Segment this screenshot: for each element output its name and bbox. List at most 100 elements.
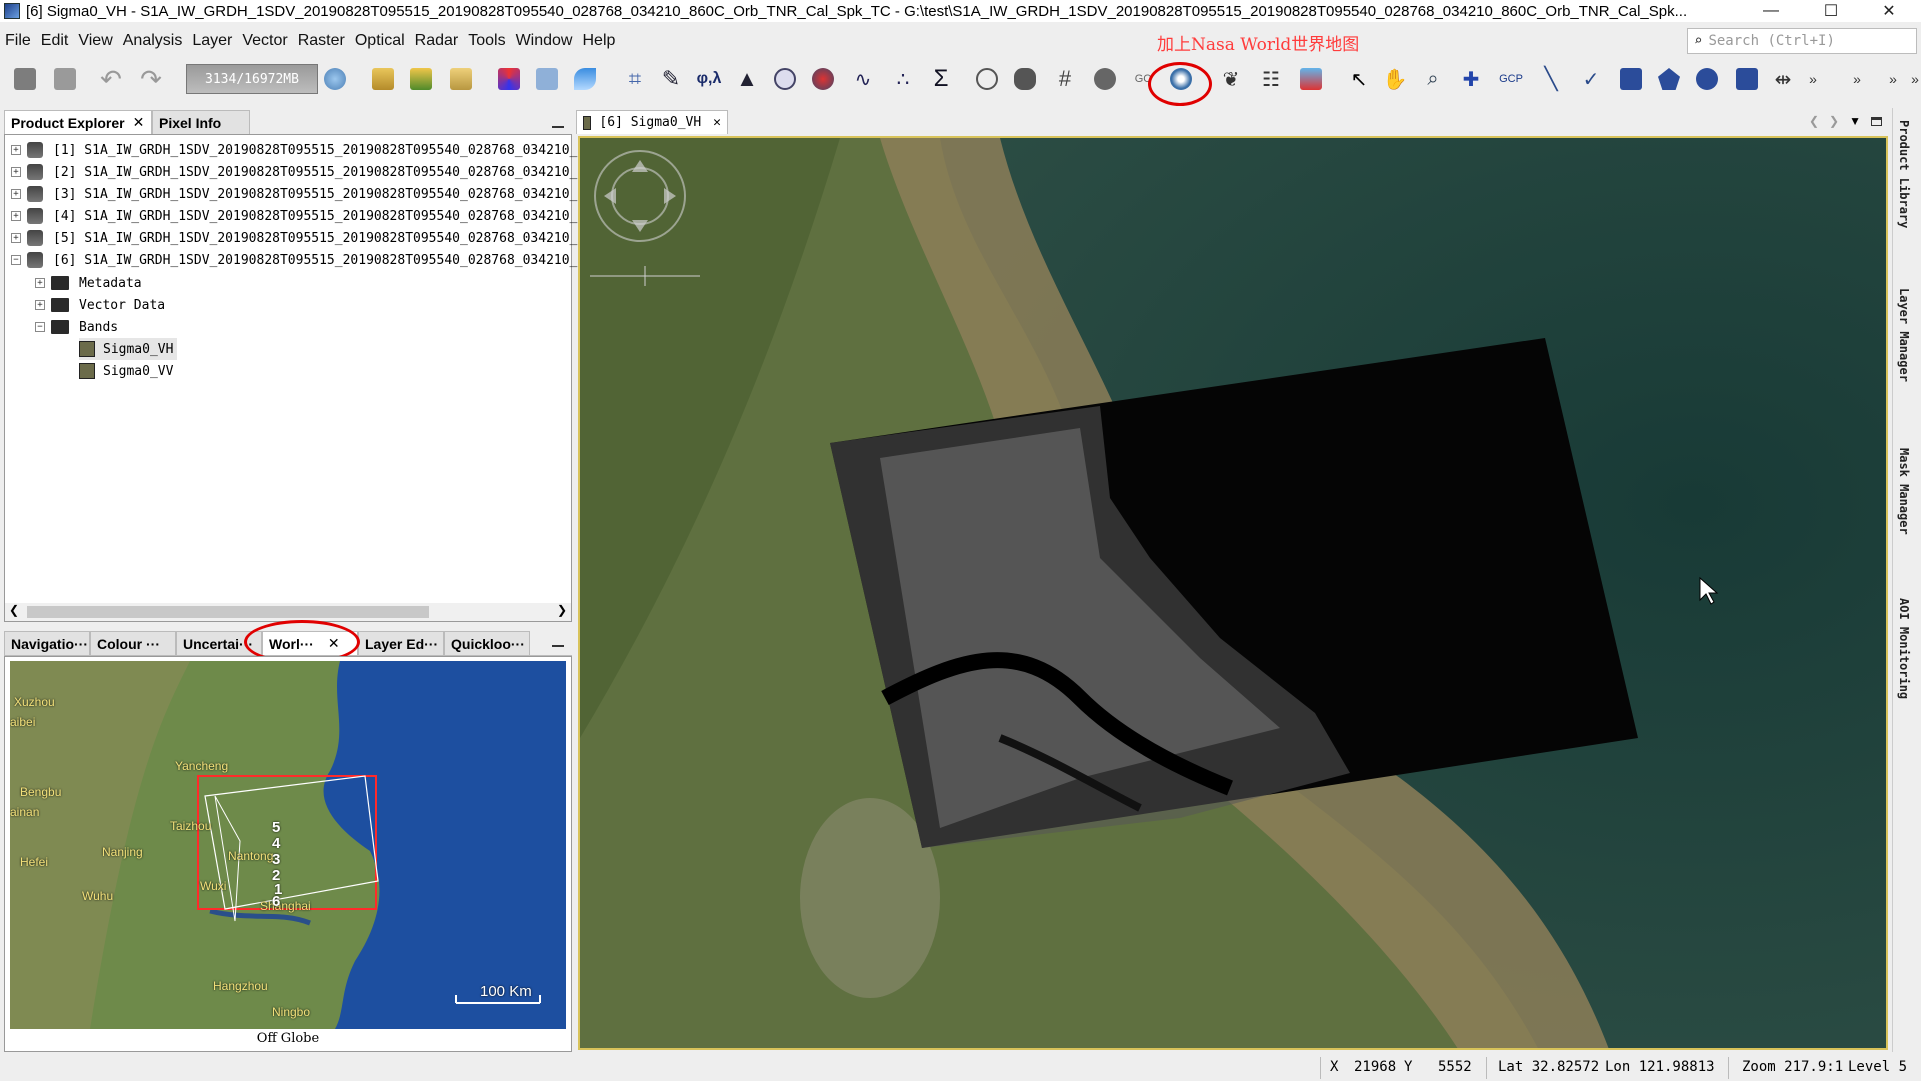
tree-folder-bands[interactable]: − Bands [35,316,118,338]
close-icon[interactable]: ✕ [713,115,721,130]
redo-icon[interactable]: ↷ [136,64,166,94]
menu-vector[interactable]: Vector [237,32,292,50]
expand-icon[interactable]: + [11,145,21,155]
menu-raster[interactable]: Raster [293,32,350,50]
merge-icon[interactable] [1090,64,1120,94]
minimize-panel-icon[interactable] [552,126,564,128]
tree-band-sigma0-vh[interactable]: Sigma0_VH [79,338,178,360]
export-icon[interactable] [406,64,436,94]
tree-product-5[interactable]: + [5] S1A_IW_GRDH_1SDV_20190828T095515_20… [11,227,585,249]
world-map[interactable]: Xuzhou aibei Yancheng Bengbu ainan Taizh… [10,661,566,1029]
gc-icon[interactable] [320,64,350,94]
range-finder-icon[interactable]: ⇹ [1768,64,1798,94]
world-view-icon[interactable] [1166,64,1196,94]
toolbar-more-icon[interactable]: » [1798,64,1828,94]
tree-product-6[interactable]: − [6] S1A_IW_GRDH_1SDV_20190828T095515_20… [11,249,585,271]
menu-edit[interactable]: Edit [36,32,74,50]
menu-layer[interactable]: Layer [187,32,237,50]
pin-placing-icon[interactable]: ✚ [1456,64,1486,94]
close-icon[interactable]: ✕ [133,114,145,131]
scroll-right-icon[interactable]: ❯ [557,603,567,617]
time-series-icon[interactable] [1010,64,1040,94]
polygon-tool-icon[interactable] [1654,64,1684,94]
menu-file[interactable]: File [0,32,36,50]
world-wind-icon[interactable] [570,64,600,94]
scroll-tabs-left-icon[interactable]: ❮ [1809,114,1819,128]
save-product-icon[interactable] [50,64,80,94]
menu-analysis[interactable]: Analysis [118,32,188,50]
tab-pixel-info[interactable]: Pixel Info [152,110,250,134]
tab-navigation[interactable]: Navigatio··· [4,631,90,655]
horizontal-scrollbar[interactable]: ❮ ❯ [5,603,571,621]
tab-layer-editor[interactable]: Layer Ed··· [358,631,444,655]
tab-quicklook[interactable]: Quickloo··· [444,631,530,655]
tree-product-3[interactable]: + [3] S1A_IW_GRDH_1SDV_20190828T095515_20… [11,183,585,205]
subset-icon[interactable] [532,64,562,94]
tree-band-sigma0-vv[interactable]: Sigma0_VV [79,360,173,382]
spectrum-icon[interactable]: ∿ [848,64,878,94]
toolbar-more-icon-4[interactable]: » [1900,64,1921,94]
sidebar-tab-mask-manager[interactable]: Mask Manager [1897,448,1911,535]
scatter-plot-icon[interactable]: ∴ [888,64,918,94]
histogram-icon[interactable]: ▲ [732,64,762,94]
collapse-icon[interactable]: − [11,255,21,265]
polyline-tool-icon[interactable]: ✓ [1576,64,1606,94]
pin-manager-icon[interactable]: ⌗ [620,64,650,94]
expand-icon[interactable]: + [35,300,45,310]
tree-product-2[interactable]: + [2] S1A_IW_GRDH_1SDV_20190828T095515_20… [11,161,585,183]
search-input[interactable]: ⌕ Search (Ctrl+I) [1687,28,1917,54]
expand-icon[interactable]: + [11,167,21,177]
band-maths-icon[interactable] [446,64,476,94]
zoom-tool-icon[interactable]: ⌕ [1418,64,1448,94]
rgb-image-icon[interactable] [494,64,524,94]
menu-window[interactable]: Window [511,32,578,50]
sidebar-tab-layer-manager[interactable]: Layer Manager [1897,288,1911,382]
product-library-icon[interactable] [1296,64,1326,94]
import-icon[interactable] [368,64,398,94]
undo-icon[interactable]: ↶ [96,64,126,94]
pan-tool-icon[interactable]: ✋ [1380,64,1410,94]
minimize-button[interactable]: — [1748,0,1794,22]
grid-icon[interactable]: # [1050,64,1080,94]
graph-builder-icon[interactable]: ✎ [656,64,686,94]
expand-icon[interactable]: + [11,189,21,199]
gcp-tool-icon[interactable]: GCP [1496,64,1526,94]
network-icon[interactable]: ❦ [1216,64,1246,94]
scroll-tabs-right-icon[interactable]: ❯ [1829,114,1839,128]
maximize-view-icon[interactable] [1871,117,1882,126]
statistics-icon[interactable]: Σ [926,64,956,94]
phi-lambda-icon[interactable]: φ,λ [694,64,724,94]
menu-help[interactable]: Help [577,32,620,50]
menu-radar[interactable]: Radar [410,32,464,50]
image-view[interactable] [578,136,1888,1050]
expand-icon[interactable]: + [35,278,45,288]
tab-list-icon[interactable]: ▼ [1849,114,1861,128]
tab-image-view[interactable]: [6] Sigma0_VH ✕ [576,110,728,134]
sidebar-tab-aoi-monitoring[interactable]: AOI Monitoring [1897,598,1911,699]
expand-icon[interactable]: + [11,211,21,221]
line-tool-icon[interactable]: ╲ [1536,64,1566,94]
rectangle-tool-icon[interactable] [1616,64,1646,94]
select-tool-icon[interactable]: ↖ [1344,64,1374,94]
scroll-left-icon[interactable]: ❮ [9,603,19,617]
tab-product-explorer[interactable]: Product Explorer ✕ [4,110,152,134]
menu-view[interactable]: View [73,32,117,50]
sidebar-tab-product-library[interactable]: Product Library [1897,120,1911,228]
toolbar-more-icon-2[interactable]: » [1842,64,1872,94]
open-product-icon[interactable] [10,64,40,94]
expand-icon[interactable]: + [11,233,21,243]
menu-optical[interactable]: Optical [350,32,410,50]
tree-product-1[interactable]: + [1] S1A_IW_GRDH_1SDV_20190828T095515_20… [11,139,585,161]
menu-tools[interactable]: Tools [463,32,510,50]
geocoding-icon[interactable] [808,64,838,94]
close-button[interactable]: ✕ [1866,0,1912,22]
tree-product-4[interactable]: + [4] S1A_IW_GRDH_1SDV_20190828T095515_20… [11,205,585,227]
tree-folder-vector-data[interactable]: + Vector Data [35,294,165,316]
mask-area-icon[interactable] [972,64,1002,94]
ellipse-tool-icon[interactable] [1692,64,1722,94]
minimize-panel-icon[interactable] [552,645,564,647]
tab-colour-manipulation[interactable]: Colour ··· [90,631,176,655]
memory-indicator[interactable]: 3134/16972MB [186,64,318,94]
tree-folder-metadata[interactable]: + Metadata [35,272,142,294]
maximize-button[interactable]: ☐ [1808,0,1854,22]
